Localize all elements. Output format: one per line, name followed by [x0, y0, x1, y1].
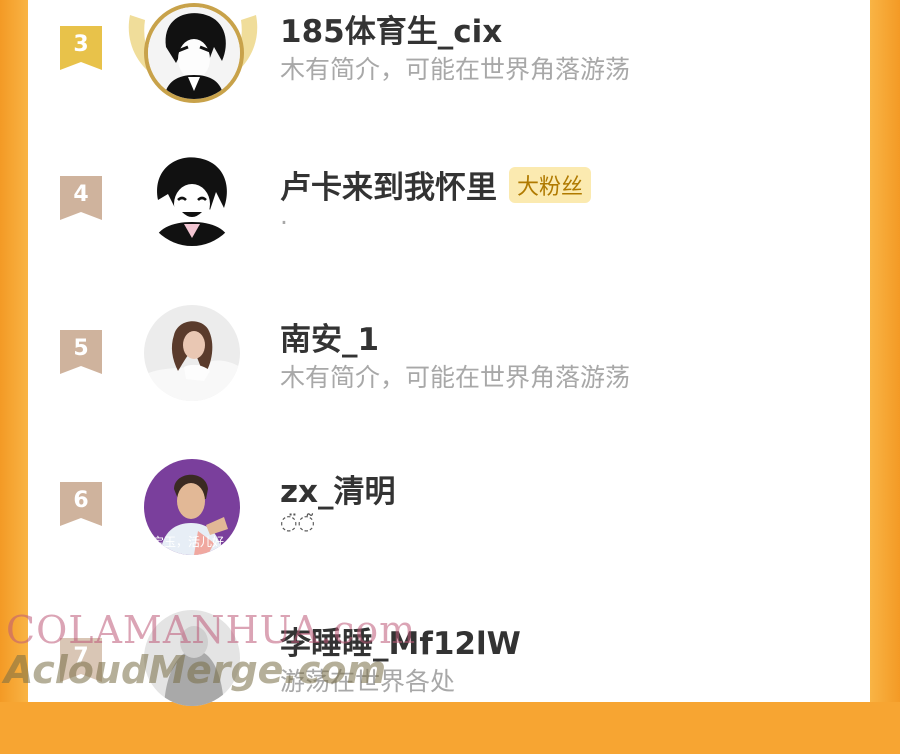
username[interactable]: 卢卡来到我怀里 大粉丝	[280, 162, 592, 207]
big-fan-badge: 大粉丝	[509, 167, 592, 203]
avatar[interactable]	[144, 3, 244, 103]
avatar[interactable]	[144, 305, 240, 401]
rank-number: 6	[73, 488, 89, 513]
list-item[interactable]: 3 185体育生_cix 木有简介，可能在世界角落游荡	[28, 0, 870, 150]
rank-number: 5	[73, 336, 89, 361]
left-orange-border	[0, 0, 28, 702]
watermark-colamanhua: COLAMANHUA.com	[6, 608, 417, 652]
username-text[interactable]: 卢卡来到我怀里	[280, 170, 497, 206]
username[interactable]: 185体育生_cix	[280, 6, 502, 51]
user-description: ·	[280, 208, 288, 237]
rank-number: 3	[73, 32, 89, 57]
username[interactable]: zx_清明	[280, 466, 396, 511]
rank-ribbon-icon: 6	[60, 482, 102, 526]
list-item[interactable]: 4 卢卡来到我怀里 大粉丝 ·	[28, 150, 870, 300]
username[interactable]: 南安_1	[280, 314, 379, 359]
ranking-panel: 3 185体育生_cix 木有简介，可能在世界角落游荡 4 卢卡来到我怀里 大粉…	[28, 0, 870, 706]
avatar[interactable]	[144, 150, 240, 246]
list-item[interactable]: 5 南安_1 木有简介，可能在世界角落游荡	[28, 300, 870, 450]
rank-ribbon-icon: 5	[60, 330, 102, 374]
user-description: 木有简介，可能在世界角落游荡	[280, 55, 631, 84]
list-item[interactable]: 6 宝玉，活儿好 zx_清明 ◌̈◌̃	[28, 454, 870, 604]
user-description: ◌̈◌̃	[280, 510, 315, 534]
right-orange-border	[870, 0, 900, 702]
rank-ribbon-icon: 4	[60, 176, 102, 220]
rank-ribbon-icon: 3	[60, 26, 102, 70]
avatar-caption: 宝玉，活儿好	[152, 535, 225, 549]
rank-number: 4	[73, 182, 89, 207]
avatar[interactable]: 宝玉，活儿好	[144, 459, 240, 555]
watermark-acloudmerge: AcloudMerge.com	[4, 648, 387, 692]
user-description: 木有简介，可能在世界角落游荡	[280, 363, 631, 392]
